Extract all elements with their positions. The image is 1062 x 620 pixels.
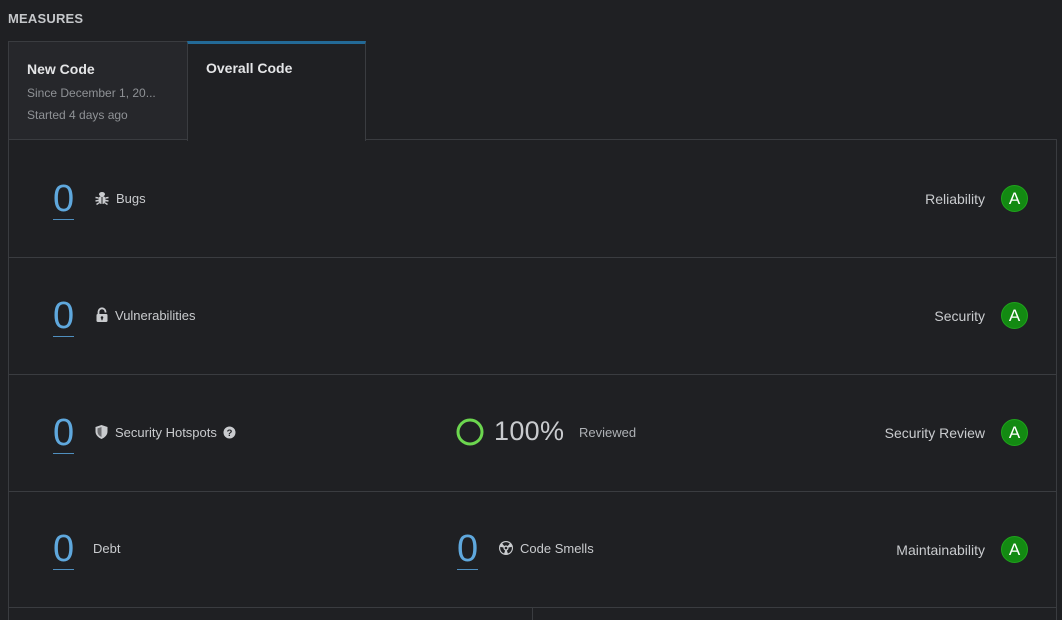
vulnerabilities-label: Vulnerabilities: [115, 307, 196, 323]
tab-new-code-title: New Code: [27, 61, 95, 77]
svg-text:?: ?: [226, 428, 232, 439]
tab-new-code-since: Since December 1, 20...: [27, 86, 156, 100]
reviewed-percentage[interactable]: 100%: [494, 416, 564, 447]
bugs-label: Bugs: [116, 190, 146, 206]
vulnerabilities-value[interactable]: 0: [53, 296, 75, 337]
tab-new-code[interactable]: New Code Since December 1, 20... Started…: [8, 41, 188, 140]
maintainability-label: Maintainability: [896, 542, 985, 558]
tab-new-code-started: Started 4 days ago: [27, 108, 128, 122]
maintainability-rating[interactable]: A: [1001, 536, 1028, 563]
code-smell-icon: [498, 540, 514, 556]
section-title: MEASURES: [8, 11, 84, 26]
reviewed-ring-icon: [456, 418, 484, 451]
shield-icon: [94, 424, 109, 440]
help-icon[interactable]: ?: [223, 426, 236, 439]
bugs-row: 0 Bugs Reliability A: [9, 140, 1056, 258]
tab-overall-code[interactable]: Overall Code: [187, 41, 366, 141]
measures-panel: 0 Bugs Reliability A 0 Vulnerabilities S…: [8, 139, 1057, 620]
security-hotspots-label: Security Hotspots: [115, 424, 217, 440]
code-smells-label-group: Code Smells: [498, 540, 594, 556]
security-hotspots-row: 0 Security Hotspots ? 100% Reviewed Secu…: [9, 375, 1056, 492]
security-label: Security: [934, 308, 985, 324]
code-smells-value[interactable]: 0: [457, 529, 479, 570]
tab-overall-code-title: Overall Code: [206, 60, 293, 76]
security-hotspots-label-group: Security Hotspots ?: [94, 424, 236, 440]
vulnerabilities-label-group: Vulnerabilities: [95, 307, 195, 323]
security-rating[interactable]: A: [1001, 302, 1028, 329]
reliability-rating[interactable]: A: [1001, 185, 1028, 212]
debt-value[interactable]: 0: [53, 529, 75, 570]
reviewed-label: Reviewed: [579, 425, 637, 440]
vulnerabilities-row: 0 Vulnerabilities Security A: [9, 258, 1056, 375]
security-hotspots-value[interactable]: 0: [53, 413, 75, 454]
bugs-value[interactable]: 0: [53, 179, 75, 220]
debt-label: Debt: [93, 541, 121, 556]
code-smells-label: Code Smells: [520, 540, 594, 556]
measures-page: MEASURES New Code Since December 1, 20..…: [0, 0, 1062, 620]
bottom-column-divider: [532, 608, 533, 620]
reliability-label: Reliability: [925, 191, 985, 207]
security-review-rating[interactable]: A: [1001, 419, 1028, 446]
lock-icon: [95, 307, 109, 323]
security-review-label: Security Review: [884, 425, 985, 441]
bug-icon: [94, 190, 110, 206]
bugs-label-group: Bugs: [94, 190, 146, 206]
maintainability-row: 0 Debt 0 Code Smells Maintainability A: [9, 492, 1056, 608]
